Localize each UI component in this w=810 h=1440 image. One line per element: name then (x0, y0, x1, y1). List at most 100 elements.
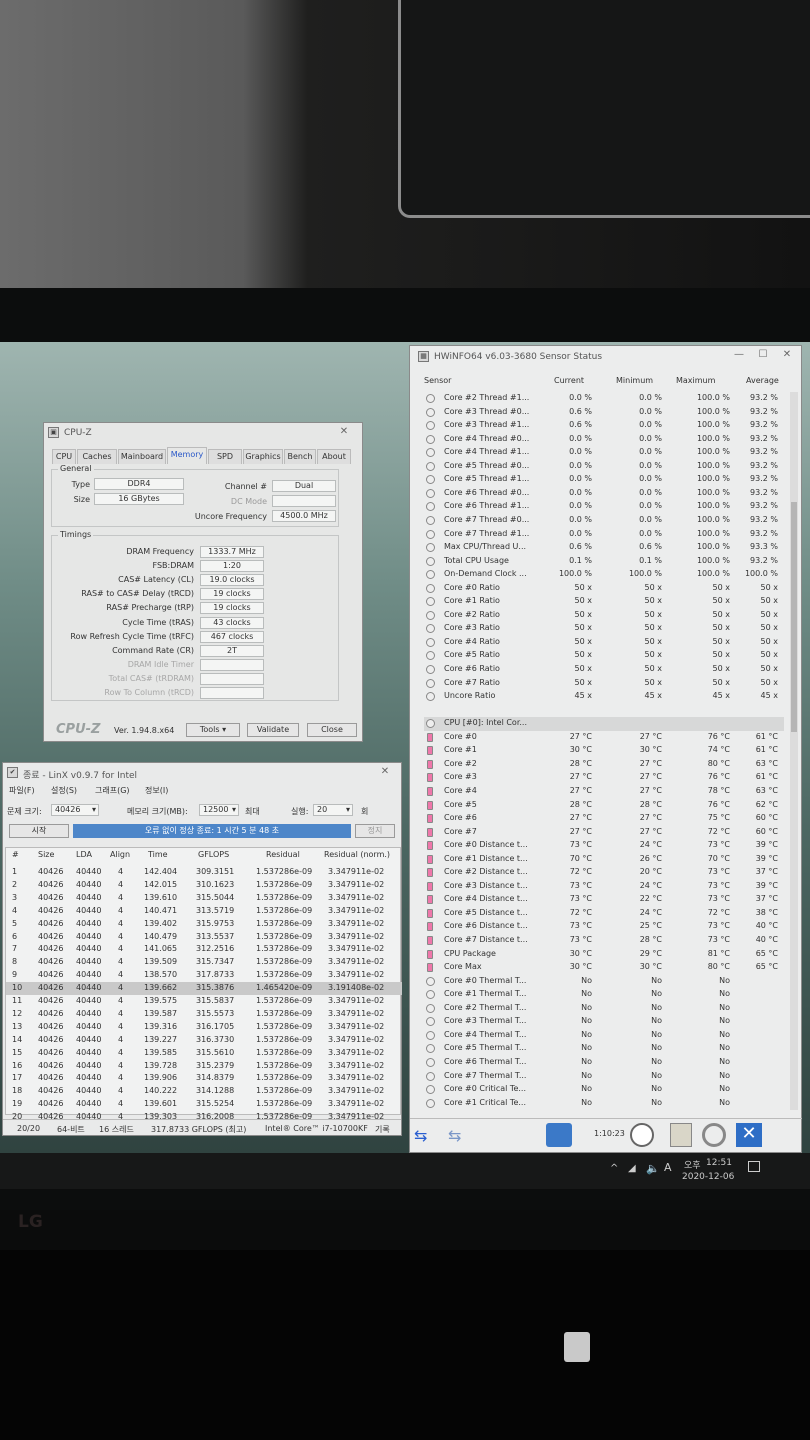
sensor-row[interactable]: Core #6 Ratio 50 x 50 x 50 x 50 x (424, 663, 784, 677)
table-row[interactable]: 15 40426 40440 4 139.585 315.5610 1.537286e-09… (6, 1047, 402, 1060)
sensor-row[interactable]: Core #4 Distance t... 73 °C 22 °C 73 °C 37 °… (424, 893, 784, 907)
table-row[interactable]: 12 40426 40440 4 139.587 315.5573 1.537286e-09… (6, 1008, 402, 1021)
sensor-row[interactable]: Core #5 28 °C 28 °C 76 °C 62 °C (424, 799, 784, 813)
sensor-row[interactable]: On-Demand Clock ... 100.0 % 100.0 % 100.0 %… (424, 568, 784, 582)
table-row[interactable]: 5 40426 40440 4 139.402 315.9753 1.537286e-09 3… (6, 918, 402, 931)
ime-indicator[interactable]: A (664, 1161, 672, 1174)
validate-button[interactable]: Validate (247, 723, 299, 737)
runs-unit[interactable]: 회 (361, 806, 368, 817)
close-button[interactable]: Close (307, 723, 357, 737)
menu-settings[interactable]: 설정(S) (51, 785, 77, 796)
sensor-row[interactable]: Core #2 28 °C 27 °C 80 °C 63 °C (424, 758, 784, 772)
col-maximum[interactable]: Maximum (676, 376, 715, 385)
sensor-row[interactable]: Core #6 Thermal T... No No No (424, 1056, 784, 1070)
sensor-row[interactable]: Core #0 Thermal T... No No No (424, 975, 784, 989)
sensor-row[interactable]: Core #1 30 °C 30 °C 74 °C 61 °C (424, 744, 784, 758)
table-row[interactable]: 11 40426 40440 4 139.575 315.5837 1.537286e-09… (6, 995, 402, 1008)
clock-date[interactable]: 2020-12-06 (682, 1172, 734, 1182)
sensor-row[interactable]: Core #5 Thermal T... No No No (424, 1042, 784, 1056)
table-row[interactable]: 8 40426 40440 4 139.509 315.7347 1.537286e-09 3… (6, 956, 402, 969)
network-status-icon[interactable]: ◢ (628, 1163, 636, 1174)
max-memory-button[interactable]: 최대 (245, 806, 260, 817)
sensor-row[interactable]: Core #2 Distance t... 72 °C 20 °C 73 °C 37 °… (424, 866, 784, 880)
table-row[interactable]: 17 40426 40440 4 139.906 314.8379 1.537286e-09… (6, 1072, 402, 1085)
log-button[interactable]: 기록 (375, 1124, 390, 1135)
sensor-row[interactable]: CPU Package 30 °C 29 °C 81 °C 65 °C (424, 948, 784, 962)
sensor-row[interactable]: Max CPU/Thread U... 0.6 % 0.6 % 100.0 % 93.3… (424, 541, 784, 555)
sensor-row[interactable]: Core #4 Thread #1... 0.0 % 0.0 % 100.0 % 93.… (424, 446, 784, 460)
sensor-row[interactable]: Core #7 Ratio 50 x 50 x 50 x 50 x (424, 677, 784, 691)
cpuz-close-icon[interactable]: ✕ (334, 426, 354, 437)
sensor-row[interactable]: Core #5 Ratio 50 x 50 x 50 x 50 x (424, 649, 784, 663)
table-row[interactable]: 9 40426 40440 4 138.570 317.8733 1.537286e-09 3… (6, 969, 402, 982)
sensor-row[interactable]: Core #3 Thread #0... 0.6 % 0.0 % 100.0 % 93.… (424, 406, 784, 420)
col-minimum[interactable]: Minimum (616, 376, 653, 385)
col-current[interactable]: Current (554, 376, 584, 385)
table-row[interactable]: 14 40426 40440 4 139.227 316.3730 1.537286e-09… (6, 1034, 402, 1047)
table-row[interactable]: 4 40426 40440 4 140.471 313.5719 1.537286e-09 3… (6, 905, 402, 918)
menu-graph[interactable]: 그래프(G) (95, 785, 130, 796)
expand-arrows-icon[interactable]: ⇆ (448, 1126, 461, 1145)
show-hidden-icons-chevron-icon[interactable]: ^ (610, 1163, 618, 1174)
clock-ampm[interactable]: 오후 (684, 1158, 701, 1171)
sensor-row[interactable]: Core #3 Distance t... 73 °C 24 °C 73 °C 39 °… (424, 880, 784, 894)
sensor-row[interactable]: Core #7 Thermal T... No No No (424, 1070, 784, 1084)
memory-size-input[interactable]: 12500 ▾ (199, 804, 239, 816)
sensor-row[interactable]: Core #3 Ratio 50 x 50 x 50 x 50 x (424, 622, 784, 636)
sensor-row[interactable]: Core #5 Thread #0... 0.0 % 0.0 % 100.0 % 93.… (424, 460, 784, 474)
menu-info[interactable]: 정보(I) (145, 785, 168, 796)
cpuz-titlebar[interactable]: ▣ CPU-Z ✕ (44, 423, 362, 443)
sensor-row[interactable]: Core #6 Thread #1... 0.0 % 0.0 % 100.0 % 93.… (424, 500, 784, 514)
tab-bench[interactable]: Bench (284, 449, 316, 464)
network-icon[interactable] (546, 1123, 572, 1147)
sensor-row[interactable]: Core Max 30 °C 30 °C 80 °C 65 °C (424, 961, 784, 975)
sensor-row[interactable]: Core #5 Distance t... 72 °C 24 °C 72 °C 38 °… (424, 907, 784, 921)
linx-close-icon[interactable]: ✕ (375, 766, 395, 777)
sensor-row[interactable]: Core #0 Critical Te... No No No (424, 1083, 784, 1097)
collapse-arrows-icon[interactable]: ⇆ (414, 1126, 427, 1145)
hwinfo-close-icon[interactable]: ✕ (777, 349, 797, 360)
table-row[interactable]: 3 40426 40440 4 139.610 315.5044 1.537286e-09 3… (6, 892, 402, 905)
stop-button[interactable]: 정지 (355, 824, 395, 838)
tab-caches[interactable]: Caches (77, 449, 117, 464)
report-icon[interactable] (670, 1123, 692, 1147)
tab-cpu[interactable]: CPU (52, 449, 76, 464)
tab-memory[interactable]: Memory (167, 447, 207, 464)
tab-graphics[interactable]: Graphics (243, 449, 283, 464)
sensor-row[interactable]: Core #3 Thread #1... 0.6 % 0.0 % 100.0 % 93.… (424, 419, 784, 433)
sensor-row[interactable]: Core #6 Thread #0... 0.0 % 0.0 % 100.0 % 93.… (424, 487, 784, 501)
minimize-icon[interactable]: — (729, 349, 749, 360)
sensor-row[interactable]: Core #2 Ratio 50 x 50 x 50 x 50 x (424, 609, 784, 623)
sensor-row[interactable]: Uncore Ratio 45 x 45 x 45 x 45 x (424, 690, 784, 704)
maximize-icon[interactable]: ☐ (753, 349, 773, 360)
settings-gear-icon[interactable] (702, 1123, 726, 1147)
tab-mainboard[interactable]: Mainboard (118, 449, 166, 464)
table-row[interactable]: 13 40426 40440 4 139.316 316.1705 1.537286e-09… (6, 1021, 402, 1034)
sensor-row[interactable]: Core #6 Distance t... 73 °C 25 °C 73 °C 40 °… (424, 920, 784, 934)
sensor-row[interactable]: Core #7 Thread #0... 0.0 % 0.0 % 100.0 % 93.… (424, 514, 784, 528)
sensor-row[interactable]: Total CPU Usage 0.1 % 0.1 % 100.0 % 93.2 % (424, 555, 784, 569)
scrollbar-thumb[interactable] (791, 502, 797, 732)
start-button[interactable]: 시작 (9, 824, 69, 838)
clock-icon[interactable] (630, 1123, 654, 1147)
sensor-row[interactable]: Core #1 Distance t... 70 °C 26 °C 70 °C 39 °… (424, 853, 784, 867)
sensor-row[interactable]: Core #2 Thermal T... No No No (424, 1002, 784, 1016)
table-row[interactable]: 7 40426 40440 4 141.065 312.2516 1.537286e-09 3… (6, 943, 402, 956)
col-sensor[interactable]: Sensor (424, 376, 451, 385)
sensor-row[interactable]: Core #1 Ratio 50 x 50 x 50 x 50 x (424, 595, 784, 609)
sensor-row[interactable]: Core #4 Thread #0... 0.0 % 0.0 % 100.0 % 93.… (424, 433, 784, 447)
sensor-row[interactable]: Core #4 27 °C 27 °C 78 °C 63 °C (424, 785, 784, 799)
action-center-icon[interactable] (748, 1161, 760, 1172)
table-row[interactable]: 2 40426 40440 4 142.015 310.1623 1.537286e-09 3… (6, 879, 402, 892)
table-row[interactable]: 10 40426 40440 4 139.662 315.3876 1.465420e-09… (6, 982, 402, 995)
tools-button[interactable]: Tools ▾ (186, 723, 240, 737)
sensor-row[interactable]: Core #7 Thread #1... 0.0 % 0.0 % 100.0 % 93.… (424, 528, 784, 542)
sensor-row[interactable]: Core #7 Distance t... 73 °C 28 °C 73 °C 40 °… (424, 934, 784, 948)
sensor-group-header[interactable]: CPU [#0]: Intel Cor... (424, 717, 784, 731)
problem-size-input[interactable]: 40426 ▾ (51, 804, 99, 816)
sensor-row[interactable]: Core #4 Ratio 50 x 50 x 50 x 50 x (424, 636, 784, 650)
sensor-row[interactable]: Core #7 27 °C 27 °C 72 °C 60 °C (424, 826, 784, 840)
hwinfo-titlebar[interactable]: ▦ HWiNFO64 v6.03-3680 Sensor Status — ☐ … (410, 346, 801, 368)
table-row[interactable]: 1 40426 40440 4 142.404 309.3151 1.537286e-09 3… (6, 866, 402, 879)
sensor-row[interactable]: Core #1 Thermal T... No No No (424, 988, 784, 1002)
